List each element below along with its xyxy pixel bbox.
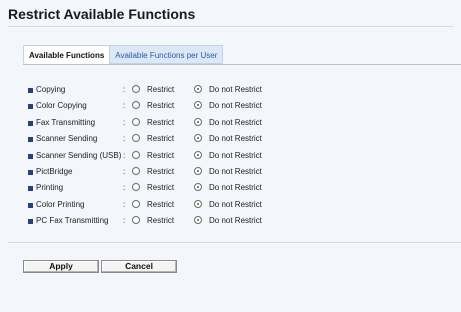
restrict-radio[interactable] bbox=[132, 216, 140, 225]
restrict-label[interactable]: Restrict bbox=[147, 215, 174, 227]
bullet-icon bbox=[28, 88, 33, 93]
separator: : bbox=[123, 150, 126, 160]
restrict-radio[interactable] bbox=[132, 85, 140, 93]
restrict-label[interactable]: Restrict bbox=[147, 199, 174, 211]
do-not-restrict-label[interactable]: Do not Restrict bbox=[209, 133, 262, 145]
function-label: Scanner Sending bbox=[36, 134, 98, 144]
restrict-radio[interactable] bbox=[132, 134, 140, 143]
restrict-radio[interactable] bbox=[132, 150, 140, 159]
bullet-icon bbox=[28, 120, 33, 126]
function-label: Printing bbox=[36, 183, 64, 193]
page-title: Restrict Available Functions bbox=[8, 6, 196, 22]
bullet-icon bbox=[28, 186, 33, 192]
tab-available-functions[interactable]: Available Functions bbox=[23, 45, 110, 64]
restrict-label[interactable]: Restrict bbox=[147, 166, 174, 178]
do-not-restrict-radio[interactable] bbox=[194, 85, 202, 93]
restrict-radio[interactable] bbox=[132, 117, 140, 126]
title-divider bbox=[8, 26, 453, 27]
restrict-label[interactable]: Restrict bbox=[147, 100, 174, 112]
separator: : bbox=[123, 101, 126, 111]
function-label: PictBridge bbox=[36, 166, 73, 176]
do-not-restrict-label[interactable]: Do not Restrict bbox=[209, 166, 262, 178]
restrict-label[interactable]: Restrict bbox=[147, 182, 174, 194]
footer-divider bbox=[8, 242, 461, 243]
bullet-icon bbox=[28, 169, 33, 175]
restrict-label[interactable]: Restrict bbox=[147, 133, 174, 145]
function-label: Color Copying bbox=[36, 101, 87, 111]
bullet-icon bbox=[28, 219, 33, 225]
do-not-restrict-label[interactable]: Do not Restrict bbox=[209, 215, 262, 227]
restrict-radio[interactable] bbox=[132, 183, 140, 192]
cancel-button[interactable]: Cancel bbox=[101, 260, 177, 273]
do-not-restrict-radio[interactable] bbox=[194, 199, 202, 208]
separator: : bbox=[123, 85, 126, 94]
separator: : bbox=[123, 166, 126, 176]
do-not-restrict-label[interactable]: Do not Restrict bbox=[209, 199, 262, 211]
separator: : bbox=[123, 183, 126, 193]
function-label: Fax Transmitting bbox=[36, 117, 96, 127]
restrict-radio[interactable] bbox=[132, 199, 140, 208]
separator: : bbox=[123, 117, 126, 127]
restrict-radio[interactable] bbox=[132, 166, 140, 175]
do-not-restrict-label[interactable]: Do not Restrict bbox=[209, 100, 262, 112]
do-not-restrict-radio[interactable] bbox=[194, 166, 202, 175]
separator: : bbox=[123, 134, 126, 144]
do-not-restrict-label[interactable]: Do not Restrict bbox=[209, 150, 262, 162]
separator: : bbox=[123, 216, 126, 226]
tab-available-functions-per-user[interactable]: Available Functions per User bbox=[109, 45, 224, 64]
do-not-restrict-radio[interactable] bbox=[194, 183, 202, 192]
apply-button[interactable]: Apply bbox=[23, 260, 99, 273]
bullet-icon bbox=[28, 202, 33, 208]
do-not-restrict-label[interactable]: Do not Restrict bbox=[209, 84, 262, 96]
do-not-restrict-label[interactable]: Do not Restrict bbox=[209, 182, 262, 194]
do-not-restrict-radio[interactable] bbox=[194, 134, 202, 143]
function-label: Scanner Sending (USB) bbox=[36, 150, 122, 160]
do-not-restrict-label[interactable]: Do not Restrict bbox=[209, 117, 262, 129]
function-label: Copying bbox=[36, 85, 66, 94]
restrict-label[interactable]: Restrict bbox=[147, 150, 174, 162]
function-label: Color Printing bbox=[36, 199, 85, 209]
do-not-restrict-radio[interactable] bbox=[194, 150, 202, 159]
function-label: PC Fax Transmitting bbox=[36, 216, 109, 226]
tab-bar: Available Functions Available Functions … bbox=[23, 45, 224, 65]
do-not-restrict-radio[interactable] bbox=[194, 216, 202, 225]
restrict-radio[interactable] bbox=[132, 101, 140, 110]
tab-divider bbox=[23, 64, 461, 65]
restrict-label[interactable]: Restrict bbox=[147, 117, 174, 129]
do-not-restrict-radio[interactable] bbox=[194, 101, 202, 110]
separator: : bbox=[123, 199, 126, 209]
restrict-label[interactable]: Restrict bbox=[147, 84, 174, 96]
do-not-restrict-radio[interactable] bbox=[194, 117, 202, 126]
bullet-icon bbox=[28, 153, 33, 159]
bullet-icon bbox=[28, 104, 33, 110]
bullet-icon bbox=[28, 137, 33, 143]
